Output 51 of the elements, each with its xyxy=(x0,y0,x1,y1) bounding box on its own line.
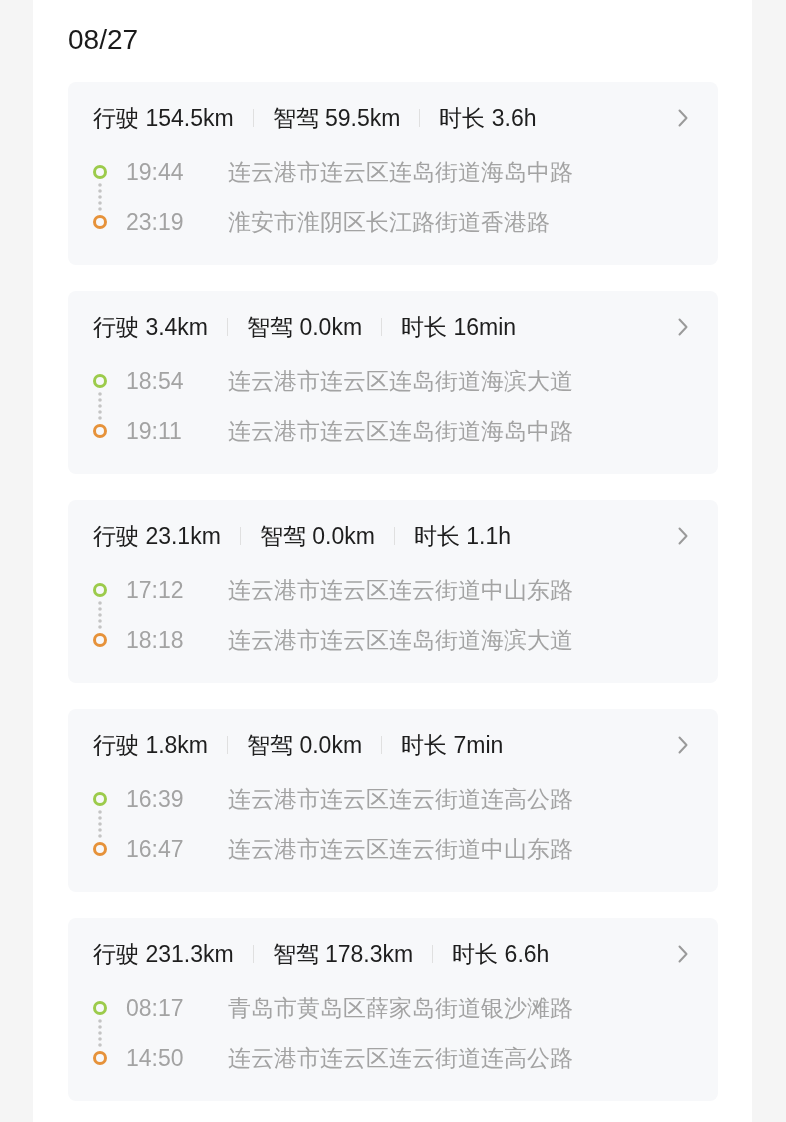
trip-stat: 行驶 1.8km xyxy=(93,731,209,759)
trip-time: 19:11 xyxy=(126,416,183,446)
trip-stat: 行驶 23.1km xyxy=(93,522,221,550)
trip-address: 连云港市连云区连岛街道海岛中路 xyxy=(228,157,573,187)
trip-stat: 智驾 59.5km xyxy=(272,104,401,132)
trip-time: 19:44 xyxy=(126,157,185,187)
trip-address: 连云港市连云区连云街道连高公路 xyxy=(228,784,573,814)
trip-time: 17:12 xyxy=(126,575,185,605)
trip-time: 16:39 xyxy=(126,784,185,814)
trip-time: 16:47 xyxy=(126,834,185,864)
trip-stat: 行驶 3.4km xyxy=(93,313,209,341)
trip-stat: 时长 7min xyxy=(401,731,504,759)
trip-address: 青岛市黄岛区薛家岛街道银沙滩路 xyxy=(228,993,573,1023)
trip-card[interactable]: 行驶 154.5km 智驾 59.5km 时长 3.6h 19:44 连云港市连云区连岛街道海岛中路 23:19 淮安市淮阴区长江路街道香港路 xyxy=(68,82,718,265)
trip-card[interactable]: 行驶 231.3km 智驾 178.3km 时长 6.6h 08:17 青岛市黄岛区薛家岛街道银沙滩路 14:50 连云港市连云区连云街道连高公路 xyxy=(68,918,718,1101)
dotted-line xyxy=(98,810,102,838)
trip-time: 23:19 xyxy=(126,207,185,237)
chevron-right-icon xyxy=(678,109,688,127)
dotted-line xyxy=(98,183,102,211)
trip-stat: 时长 3.6h xyxy=(439,104,537,132)
trip-address: 连云港市连云区连岛街道海岛中路 xyxy=(228,416,573,446)
trip-card[interactable]: 行驶 1.8km 智驾 0.0km 时长 7min 16:39 连云港市连云区连云街道连高公路 16:47 连云港市连云区连云街道中山东路 xyxy=(68,709,718,892)
dotted-line xyxy=(98,392,102,420)
trip-stat: 智驾 0.0km xyxy=(247,313,363,341)
trip-address: 连云港市连云区连岛街道海滨大道 xyxy=(228,625,573,655)
chevron-right-icon xyxy=(678,527,688,545)
dotted-line xyxy=(98,601,102,629)
trip-stat: 行驶 154.5km xyxy=(93,104,234,132)
chevron-right-icon xyxy=(678,736,688,754)
trip-time: 18:18 xyxy=(126,625,185,655)
trip-address: 连云港市连云区连岛街道海滨大道 xyxy=(228,366,573,396)
chevron-right-icon xyxy=(678,318,688,336)
trip-stat: 行驶 231.3km xyxy=(93,940,234,968)
trip-address: 淮安市淮阴区长江路街道香港路 xyxy=(228,207,550,237)
date-heading: 08/27 xyxy=(68,23,140,57)
chevron-right-icon xyxy=(678,945,688,963)
trip-stat: 时长 1.1h xyxy=(413,522,511,550)
trip-address: 连云港市连云区连云街道中山东路 xyxy=(228,834,573,864)
trip-address: 连云港市连云区连云街道连高公路 xyxy=(228,1043,573,1073)
trip-stat: 时长 16min xyxy=(401,313,517,341)
trip-time: 14:50 xyxy=(126,1043,185,1073)
trip-time: 08:17 xyxy=(126,993,185,1023)
trip-stat: 智驾 0.0km xyxy=(259,522,375,550)
trip-stat: 智驾 0.0km xyxy=(247,731,363,759)
trip-time: 18:54 xyxy=(126,366,185,396)
trip-card[interactable]: 行驶 23.1km 智驾 0.0km 时长 1.1h 17:12 连云港市连云区连云街道中山东路 18:18 连云港市连云区连岛街道海滨大道 xyxy=(68,500,718,683)
trip-stat: 智驾 178.3km xyxy=(272,940,414,968)
trip-card[interactable]: 行驶 3.4km 智驾 0.0km 时长 16min 18:54 连云港市连云区连岛街道海滨大道 19:11 连云港市连云区连岛街道海岛中路 xyxy=(68,291,718,474)
trip-address: 连云港市连云区连云街道中山东路 xyxy=(228,575,573,605)
dotted-line xyxy=(98,1019,102,1047)
trip-stat: 时长 6.6h xyxy=(452,940,550,968)
